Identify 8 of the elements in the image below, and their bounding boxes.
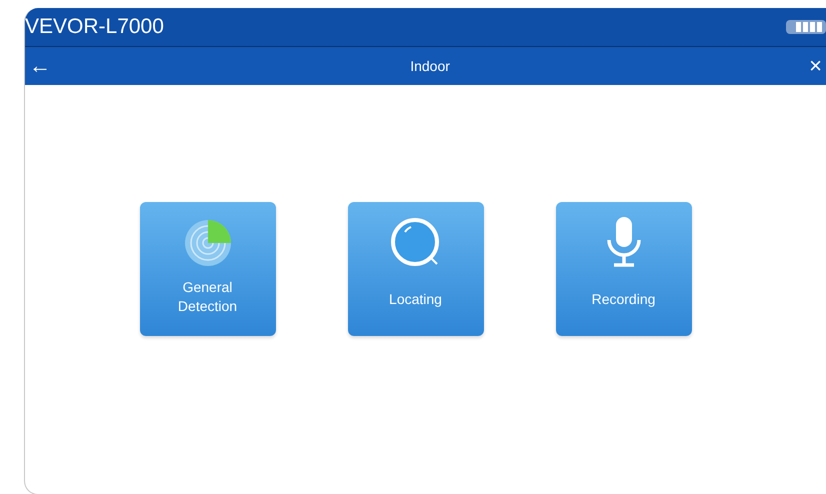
page-title: Indoor: [410, 58, 450, 74]
battery-icon: [786, 20, 826, 34]
device-title: VEVOR-L7000: [25, 15, 164, 39]
mode-button[interactable]: Locating: [348, 202, 484, 336]
close-button[interactable]: ×: [805, 55, 826, 77]
back-button[interactable]: ←: [25, 55, 55, 77]
mode-button[interactable]: General Detection: [140, 202, 276, 336]
mode-button[interactable]: Recording: [556, 202, 692, 336]
